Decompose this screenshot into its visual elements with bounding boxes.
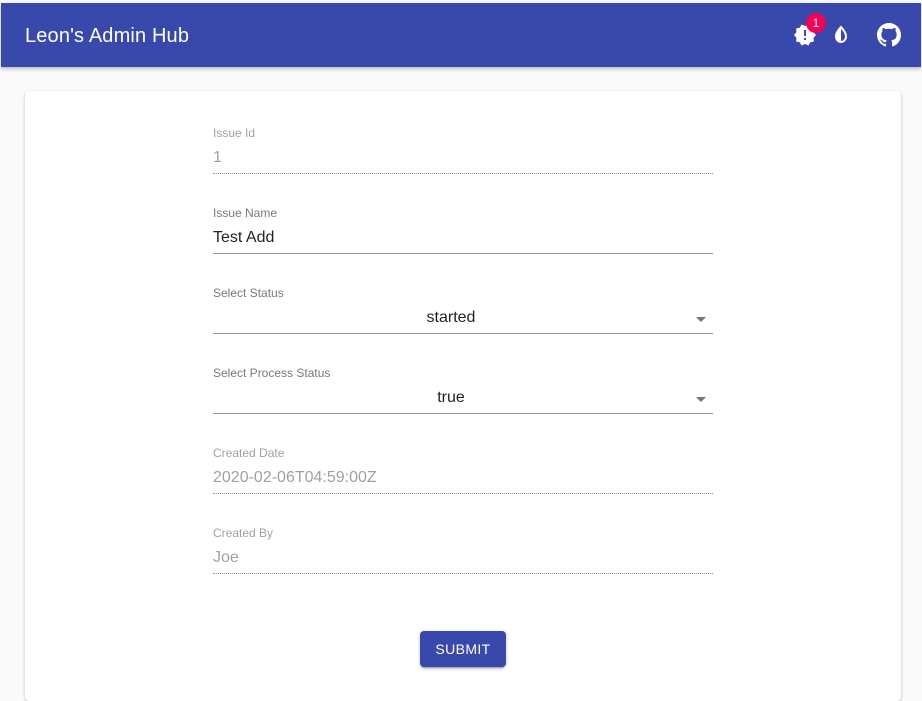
created-date-underline (213, 493, 713, 494)
issue-name-field[interactable]: Issue Name Test Add (213, 206, 713, 254)
process-status-label: Select Process Status (213, 366, 331, 380)
created-by-field: Created By Joe (213, 526, 713, 574)
github-icon (877, 23, 901, 47)
theme-toggle-button[interactable] (826, 20, 856, 50)
issue-id-value: 1 (213, 149, 222, 166)
created-by-label: Created By (213, 526, 274, 540)
github-button[interactable] (874, 20, 904, 50)
issue-id-underline (213, 173, 713, 174)
issue-id-label: Issue Id (213, 126, 256, 140)
created-date-field: Created Date 2020-02-06T04:59:00Z (213, 446, 713, 494)
process-status-dropdown-arrow-icon[interactable] (696, 397, 706, 402)
process-status-select[interactable]: Select Process Status true (213, 366, 713, 414)
status-dropdown-arrow-icon[interactable] (696, 317, 706, 322)
status-select[interactable]: Select Status started (213, 286, 713, 334)
notifications-button[interactable]: 1 (790, 13, 826, 50)
process-status-underline (213, 413, 713, 414)
issue-name-underline (213, 253, 713, 254)
status-underline (213, 333, 713, 334)
status-label: Select Status (213, 286, 284, 300)
created-by-underline (213, 573, 713, 574)
app-title: Leon's Admin Hub (25, 25, 190, 47)
submit-button[interactable]: SUBMIT (420, 631, 506, 667)
process-status-selected-value[interactable]: true (213, 388, 689, 408)
issue-form-card: Issue Id 1 Issue Name Test Add Select St… (25, 91, 901, 701)
notification-badge: 1 (806, 13, 826, 33)
app-bar: Leon's Admin Hub 1 (1, 3, 921, 67)
issue-id-field: Issue Id 1 (213, 126, 713, 174)
created-by-value: Joe (213, 549, 239, 566)
status-selected-value[interactable]: started (213, 308, 689, 328)
issue-name-label: Issue Name (213, 206, 278, 220)
issue-name-input[interactable]: Test Add (213, 228, 713, 248)
created-date-label: Created Date (213, 446, 285, 460)
theme-toggle-icon (829, 23, 853, 47)
created-date-value: 2020-02-06T04:59:00Z (213, 469, 377, 486)
